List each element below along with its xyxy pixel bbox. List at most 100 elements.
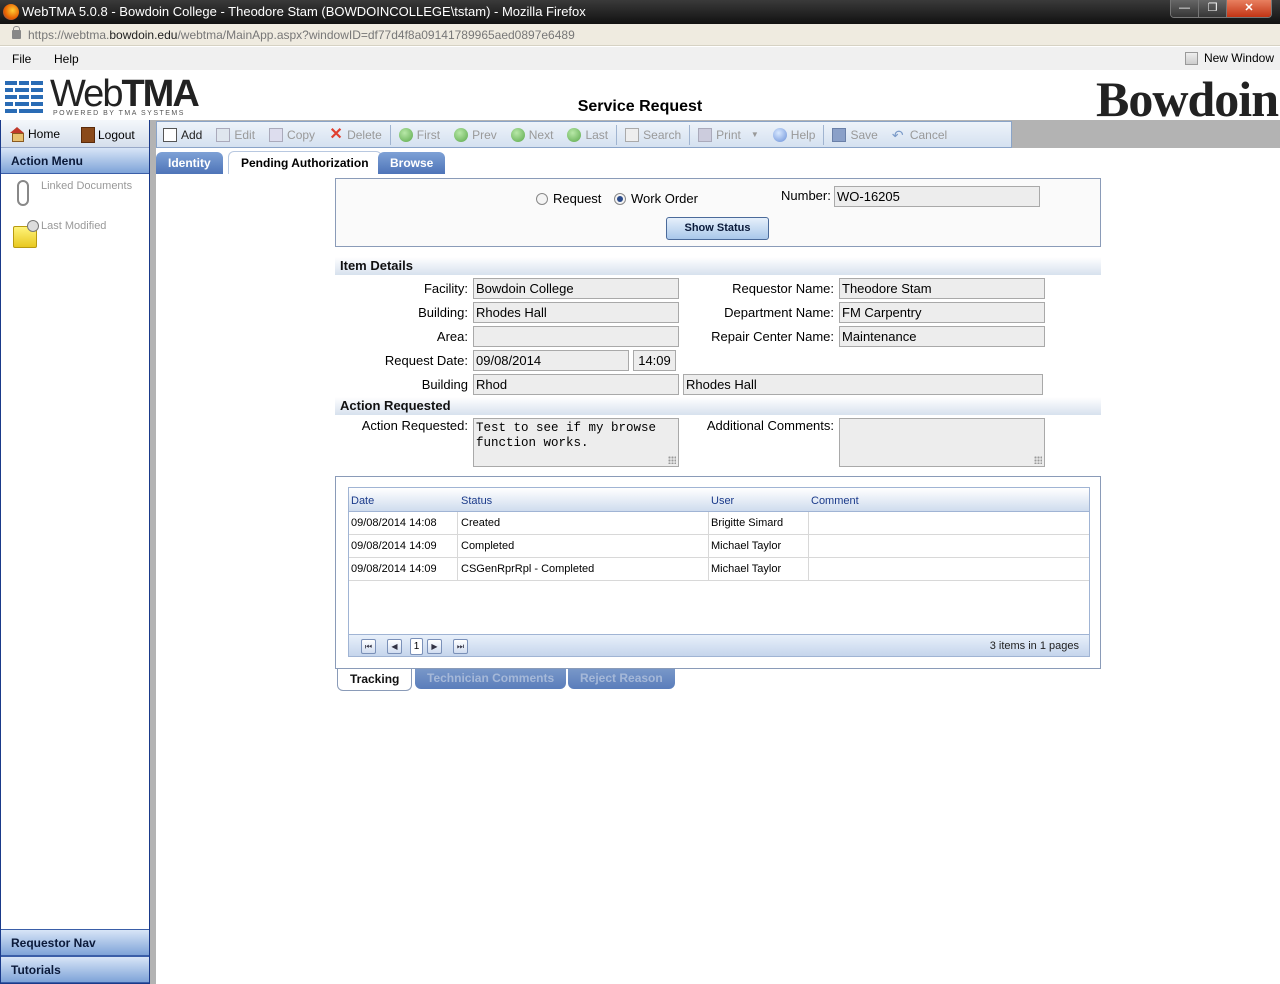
request-time-field[interactable]: 14:09	[633, 350, 676, 371]
menu-help[interactable]: Help	[54, 52, 79, 66]
table-row[interactable]: 09/08/2014 14:08 Created Brigitte Simard	[349, 512, 1089, 535]
url-text[interactable]: https://webtma.bowdoin.edu/webtma/MainAp…	[28, 28, 575, 42]
tab-reject-reason[interactable]: Reject Reason	[568, 669, 675, 689]
print-dropdown-icon[interactable]: ▼	[751, 130, 759, 139]
url-prefix: https://webtma.	[28, 28, 110, 42]
column-header-user[interactable]: User	[711, 495, 734, 507]
tab-identity[interactable]: Identity	[156, 152, 223, 174]
nav-item-last-modified[interactable]: Last Modified	[1, 214, 149, 254]
action-requested-textarea[interactable]: Test to see if my browse function works.	[473, 418, 679, 467]
url-suffix: /webtma/MainApp.aspx?windowID=df77d4f8a0…	[177, 28, 575, 42]
building-code-field[interactable]: Rhod	[473, 374, 679, 395]
clock-icon	[27, 220, 39, 232]
first-button[interactable]: First	[398, 127, 441, 142]
add-label: Add	[181, 127, 203, 142]
table-row[interactable]: 09/08/2014 14:09 Completed Michael Taylo…	[349, 535, 1089, 558]
tab-pending-authorization[interactable]: Pending Authorization	[228, 151, 382, 174]
building-field[interactable]: Rhodes Hall	[473, 302, 679, 323]
first-page-button[interactable]: ⏮	[361, 639, 376, 654]
delete-x-icon: ✕	[329, 125, 343, 143]
cancel-button[interactable]: ↶ Cancel	[892, 128, 947, 142]
first-label: First	[416, 127, 441, 142]
home-button[interactable]: Home	[9, 127, 61, 142]
column-header-date[interactable]: Date	[351, 495, 374, 507]
resize-grip-icon[interactable]	[1034, 456, 1042, 464]
tab-tracking[interactable]: Tracking	[337, 669, 413, 691]
requestor-nav-header[interactable]: Requestor Nav	[1, 929, 149, 956]
print-button[interactable]: Print ▼	[698, 127, 759, 142]
address-bar[interactable]: https://webtma.bowdoin.edu/webtma/MainAp…	[0, 24, 1280, 46]
cell-user: Brigitte Simard	[711, 517, 784, 529]
building-name-field[interactable]: Rhodes Hall	[683, 374, 1043, 395]
nav-item-label: Linked Documents	[41, 180, 133, 192]
nav-item-label: Last Modified	[41, 220, 107, 232]
last-label: Last	[585, 127, 609, 142]
column-header-status[interactable]: Status	[461, 495, 492, 507]
app-header: WebTMA POWERED BY TMA SYSTEMS Service Re…	[0, 70, 1280, 127]
action-menu-header[interactable]: Action Menu	[1, 148, 149, 174]
facility-field[interactable]: Bowdoin College	[473, 278, 679, 299]
help-button[interactable]: Help	[772, 127, 815, 142]
restore-button[interactable]: ❐	[1199, 0, 1227, 17]
toolbar-separator	[689, 124, 691, 145]
column-header-comment[interactable]: Comment	[811, 495, 859, 507]
radio-button-selected[interactable]	[614, 192, 626, 205]
close-button[interactable]: ✕	[1227, 0, 1271, 17]
new-window-checkbox[interactable]	[1184, 51, 1198, 65]
prev-button[interactable]: Prev	[454, 127, 497, 142]
action-requested-text: Test to see if my browse function works.	[476, 421, 657, 450]
grid-header: Date Status User Comment	[349, 488, 1089, 512]
prev-label: Prev	[472, 127, 497, 142]
logout-button[interactable]: Logout	[81, 127, 135, 143]
resize-grip-icon[interactable]	[668, 456, 676, 464]
request-radio[interactable]: Request	[536, 191, 601, 206]
last-page-button[interactable]: ⏭	[453, 639, 468, 654]
cell-status: CSGenRprRpl - Completed	[461, 563, 595, 575]
number-field[interactable]: WO-16205	[834, 186, 1040, 207]
menu-file[interactable]: File	[12, 52, 31, 66]
additional-comments-textarea[interactable]	[839, 418, 1045, 467]
logout-door-icon	[81, 127, 95, 143]
tutorials-header[interactable]: Tutorials	[1, 956, 149, 983]
minimize-button[interactable]: —	[1171, 0, 1199, 17]
edit-label: Edit	[234, 127, 256, 142]
requestor-name-label: Requestor Name:	[732, 281, 834, 296]
nav-item-linked-documents[interactable]: Linked Documents	[1, 174, 149, 214]
first-icon	[398, 127, 413, 142]
add-button[interactable]: Add	[163, 127, 203, 142]
save-button[interactable]: Save	[832, 127, 878, 142]
home-label: Home	[28, 127, 61, 141]
last-icon	[567, 127, 582, 142]
show-status-button[interactable]: Show Status	[666, 217, 769, 240]
last-button[interactable]: Last	[567, 127, 609, 142]
delete-button[interactable]: ✕ Delete	[329, 125, 381, 143]
edit-icon	[216, 127, 231, 142]
prev-page-button[interactable]: ◀	[387, 639, 402, 654]
department-name-field[interactable]: FM Carpentry	[839, 302, 1045, 323]
edit-button[interactable]: Edit	[216, 127, 256, 142]
table-row[interactable]: 09/08/2014 14:09 CSGenRprRpl - Completed…	[349, 558, 1089, 581]
building-code-label: Building	[421, 377, 468, 392]
building-label: Building:	[418, 305, 468, 320]
request-date-field[interactable]: 09/08/2014	[473, 350, 629, 371]
area-field[interactable]	[473, 326, 679, 347]
cell-date: 09/08/2014 14:08	[351, 517, 437, 529]
copy-button[interactable]: Copy	[269, 127, 315, 142]
repair-center-field[interactable]: Maintenance	[839, 326, 1045, 347]
search-icon	[625, 127, 640, 142]
cancel-label: Cancel	[909, 127, 948, 142]
new-window-toggle[interactable]: New Window	[1184, 51, 1274, 65]
requestor-name-field[interactable]: Theodore Stam	[839, 278, 1045, 299]
action-requested-label: Action Requested:	[361, 418, 468, 433]
tab-technician-comments[interactable]: Technician Comments	[415, 669, 567, 689]
radio-button[interactable]	[536, 192, 548, 205]
search-button[interactable]: Search	[625, 127, 681, 142]
current-page[interactable]: 1	[410, 638, 423, 655]
splitter[interactable]	[150, 120, 156, 984]
next-page-button[interactable]: ▶	[427, 639, 442, 654]
work-order-radio[interactable]: Work Order	[614, 191, 698, 206]
tab-browse[interactable]: Browse	[378, 152, 446, 174]
next-button[interactable]: Next	[510, 127, 553, 142]
window-titlebar: WebTMA 5.0.8 - Bowdoin College - Theodor…	[0, 0, 1280, 24]
prev-icon	[454, 127, 469, 142]
